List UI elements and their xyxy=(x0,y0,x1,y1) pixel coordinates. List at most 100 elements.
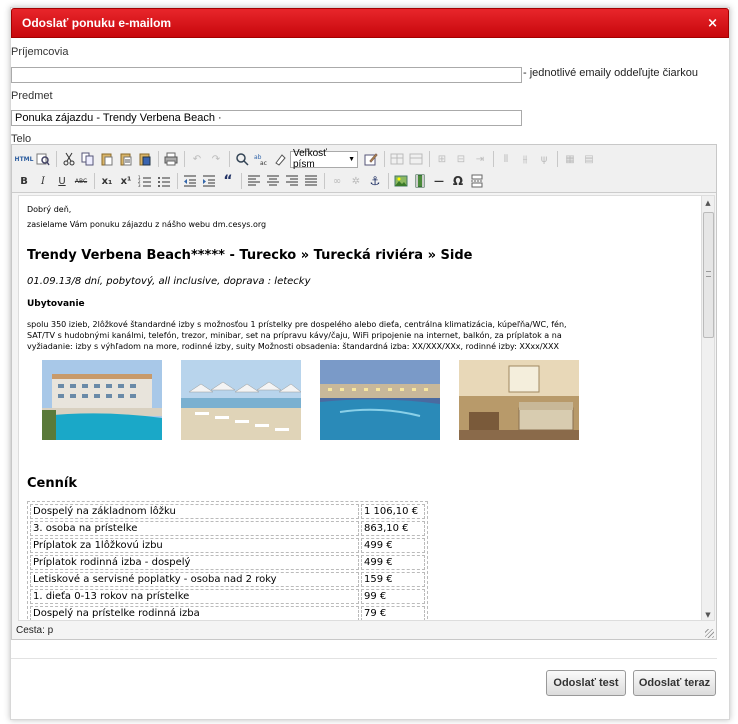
editor-statusbar: Cesta: p xyxy=(13,623,716,639)
search-icon[interactable] xyxy=(233,150,251,168)
accommodation-heading: Ubytovanie xyxy=(27,299,85,309)
clean-icon[interactable] xyxy=(271,150,289,168)
toolbar-separator xyxy=(229,151,230,167)
price-item-name: Dospelý na prístelke rodinná izba xyxy=(30,606,359,620)
toolbar-separator xyxy=(177,173,178,189)
price-item-name: Dospelý na základnom lôžku xyxy=(30,504,359,519)
anchor-icon[interactable]: ⚓ xyxy=(366,172,384,190)
bold-icon[interactable]: B xyxy=(15,172,33,190)
row-split-icon[interactable]: ⇥ xyxy=(471,150,489,168)
email-body-content[interactable]: Dobrý deň, zasielame Vám ponuku zájazdu … xyxy=(19,196,704,620)
ordered-list-icon[interactable]: 123 xyxy=(136,172,154,190)
col-insert-icon[interactable]: ⫴ xyxy=(497,150,515,168)
toolbar-separator xyxy=(324,173,325,189)
unordered-list-icon[interactable] xyxy=(155,172,173,190)
media-icon[interactable] xyxy=(411,172,429,190)
editor-scrollbar[interactable]: ▲ ▼ xyxy=(701,196,714,620)
recipients-label: Príjemcovia xyxy=(11,46,69,58)
intro-text: zasielame Vám ponuku zájazdu z nášho web… xyxy=(27,220,267,229)
recipients-hint: - jednotlivé emaily oddeľujte čiarkou xyxy=(523,67,699,79)
price-item-name: Príplatok rodinná izba - dospelý xyxy=(30,555,359,570)
paste-icon[interactable] xyxy=(98,150,116,168)
hotel-photo-4 xyxy=(459,360,579,440)
toolbar-separator xyxy=(184,151,185,167)
price-item-name: 3. osoba na prístelke xyxy=(30,521,359,536)
outdent-icon[interactable] xyxy=(181,172,199,190)
price-row: Príplatok rodinná izba - dospelý 499 € xyxy=(30,555,425,570)
merge-cells-icon[interactable]: ψ xyxy=(535,150,553,168)
price-table: Dospelý na základnom lôžku 1 106,10 € 3. o… xyxy=(27,501,428,620)
price-row: Dospelý na základnom lôžku 1 106,10 € xyxy=(30,504,425,519)
toolbar-separator xyxy=(384,151,385,167)
row-delete-icon[interactable]: ⊟ xyxy=(452,150,470,168)
redo-icon[interactable]: ↷ xyxy=(207,150,225,168)
strikethrough-icon[interactable]: ABC xyxy=(72,172,90,190)
price-item-name: Letiskové a servisné poplatky - osoba na… xyxy=(30,572,359,587)
undo-icon[interactable]: ↶ xyxy=(188,150,206,168)
special-char-icon[interactable]: Ω xyxy=(449,172,467,190)
image-icon[interactable] xyxy=(392,172,410,190)
superscript-icon[interactable]: x¹ xyxy=(117,172,135,190)
row-insert-icon[interactable]: ⊞ xyxy=(433,150,451,168)
send-now-button[interactable]: Odoslať teraz xyxy=(633,670,716,696)
subject-label: Predmet xyxy=(11,90,53,102)
toolbar-separator xyxy=(493,151,494,167)
editor-content-area[interactable]: Dobrý deň, zasielame Vám ponuku zájazdu … xyxy=(18,195,715,621)
link-icon[interactable]: ∞ xyxy=(328,172,346,190)
cut-icon[interactable] xyxy=(60,150,78,168)
hotel-photo-1 xyxy=(42,360,162,440)
page-break-icon[interactable] xyxy=(468,172,486,190)
cell-props-icon[interactable]: ▦ xyxy=(561,150,579,168)
col-delete-icon[interactable]: ⫵ xyxy=(516,150,534,168)
font-size-select[interactable]: Veľkosť písm ▼ xyxy=(290,148,358,170)
subscript-icon[interactable]: x₁ xyxy=(98,172,116,190)
copy-icon[interactable] xyxy=(79,150,97,168)
italic-icon[interactable]: I xyxy=(34,172,52,190)
scroll-down-icon[interactable]: ▼ xyxy=(702,608,714,620)
chevron-down-icon: ▼ xyxy=(348,155,355,163)
scroll-thumb[interactable] xyxy=(703,212,714,338)
split-cell-icon[interactable]: ▤ xyxy=(580,150,598,168)
align-justify-icon[interactable] xyxy=(302,172,320,190)
html-source-icon[interactable]: HTML xyxy=(15,150,34,168)
horizontal-rule-icon[interactable]: — xyxy=(430,172,448,190)
grip-icon xyxy=(706,271,711,277)
align-left-icon[interactable] xyxy=(245,172,263,190)
recipients-input[interactable] xyxy=(11,67,522,83)
unlink-icon[interactable]: ✲ xyxy=(347,172,365,190)
indent-icon[interactable] xyxy=(200,172,218,190)
footer-divider xyxy=(11,658,717,659)
price-item-value: 159 € xyxy=(361,572,425,587)
print-icon[interactable] xyxy=(162,150,180,168)
edit-css-icon[interactable] xyxy=(362,150,380,168)
svg-text:ac: ac xyxy=(260,160,267,166)
toolbar-separator xyxy=(94,173,95,189)
editor-toolbar: HTML ↶ ↷ ab ac Veľkosť písm ▼ ⊞ ⊟ ⇥ ⫴ ⫵ … xyxy=(12,145,716,193)
rich-text-editor: HTML ↶ ↷ ab ac Veľkosť písm ▼ ⊞ ⊟ ⇥ ⫴ ⫵ … xyxy=(11,144,717,640)
toolbar-separator xyxy=(388,173,389,189)
table-props-icon[interactable] xyxy=(407,150,425,168)
replace-icon[interactable]: ab ac xyxy=(252,150,270,168)
send-test-button[interactable]: Odoslať test xyxy=(546,670,626,696)
price-row: 1. dieťa 0-13 rokov na prístelke 99 € xyxy=(30,589,425,604)
blockquote-icon[interactable]: “ xyxy=(219,172,237,190)
paste-text-icon[interactable] xyxy=(117,150,135,168)
price-row: Príplatok za 1lôžkovú izbu 499 € xyxy=(30,538,425,553)
hotel-title: Trendy Verbena Beach***** - Turecko » Tu… xyxy=(27,248,473,263)
find-icon[interactable] xyxy=(34,150,52,168)
subject-input[interactable]: Ponuka zájazdu - Trendy Verbena Beach · xyxy=(11,110,522,126)
dialog-titlebar: Odoslať ponuku e-mailom × xyxy=(11,8,729,38)
align-right-icon[interactable] xyxy=(283,172,301,190)
table-icon[interactable] xyxy=(388,150,406,168)
align-center-icon[interactable] xyxy=(264,172,282,190)
paste-word-icon[interactable] xyxy=(136,150,154,168)
hotel-photos xyxy=(42,360,696,440)
scroll-up-icon[interactable]: ▲ xyxy=(702,196,714,210)
price-row: 3. osoba na prístelke 863,10 € xyxy=(30,521,425,536)
close-icon[interactable]: × xyxy=(707,16,718,31)
hotel-photo-2 xyxy=(181,360,301,440)
resize-handle-icon[interactable] xyxy=(705,629,714,638)
underline-icon[interactable]: U xyxy=(53,172,71,190)
toolbar-separator xyxy=(56,151,57,167)
accommodation-text: spolu 350 izieb, 2lôžkové štandardné izb… xyxy=(27,320,567,351)
